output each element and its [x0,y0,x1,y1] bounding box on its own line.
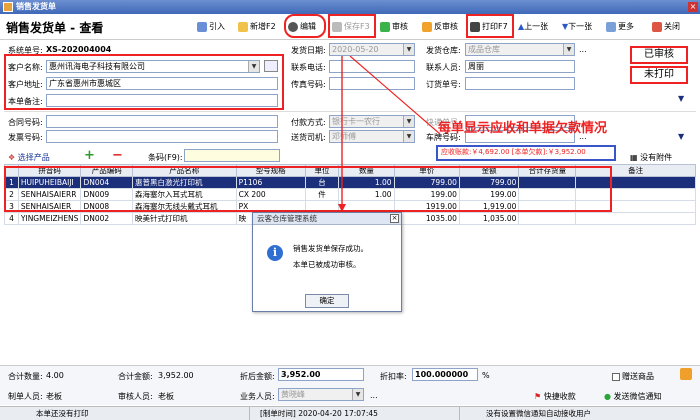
after-discount-label: 折后金额: [240,372,275,381]
address-label: 客户地址: [8,80,43,89]
warehouse-label: 发货仓库: [426,46,461,55]
save-icon [332,21,342,32]
product-icon: ❖ [8,153,16,162]
invoice-label: 发票号码: [8,133,43,142]
add-row-icon[interactable]: + [84,148,95,163]
dialog-close-icon[interactable]: × [390,214,399,223]
percent-sign: % [482,371,490,380]
close-button[interactable]: 关闭 [652,17,680,37]
approve-icon [380,21,390,32]
contact-field[interactable]: 周丽 [465,60,575,73]
maker-value: 老板 [46,392,62,401]
dialog-title: 云客仓库管理系统 [253,213,401,225]
payment-label: 付款方式: [291,118,326,127]
remark-label: 本单备注: [8,97,43,106]
wechat-icon: ● [604,392,611,401]
edit-button[interactable]: 编辑 [288,17,316,37]
approve-button[interactable]: 审核 [380,17,408,37]
sales-label: 业务人员: [240,392,275,401]
customer-label: 客户名称: [8,63,43,72]
flag-icon: ⚑ [534,392,542,401]
remark-field[interactable] [46,94,278,107]
sales-select[interactable]: 黄晓峰 ▼ [278,388,364,401]
warehouse-select[interactable]: 成品仓库 ▼ [465,43,575,56]
unapprove-button[interactable]: 反审核 [422,17,458,37]
annotation-text: 每单显示应收和单据欠款情况 [438,121,608,136]
checkbox-icon [612,372,620,381]
window-close-icon[interactable]: × [688,2,698,12]
expand-chevron-icon-2[interactable]: ▼ [678,132,684,141]
total-qty: 4.00 [46,371,64,380]
approved-status: 已审核 [630,46,688,64]
auditor-label: 审核人员: [118,392,153,401]
save-button[interactable]: 保存F3 [332,17,370,37]
status-bar: 本单还没有打印 [制单时间] 2020-04-20 17:07:45 没有设置微… [0,406,700,420]
app-icon [3,2,13,12]
dialog-message-2: 本单已被成功审核。 [293,260,361,269]
import-button[interactable]: 引入 [197,17,225,37]
invoice-field[interactable] [46,130,278,143]
wechat-status: 没有设置微信通知自动接收用户 [486,409,591,418]
contact-phone-label: 联系电话: [291,63,326,72]
created-time: [制单时间] 2020-04-20 17:07:45 [250,407,460,420]
maker-label: 制单人员: [8,392,43,401]
auditor-value: 老板 [158,392,174,401]
more-icon [606,21,616,32]
total-amount-label: 合计金额: [118,372,153,381]
import-icon [197,21,207,32]
total-qty-label: 合计数量: [8,372,43,381]
gift-checkbox[interactable]: 赠送商品 [612,371,654,382]
close-icon [652,21,662,32]
print-status: 本单还没有打印 [0,407,250,420]
window-title: 销售发货单 [16,2,56,11]
new-button[interactable]: 新增F2 [238,17,276,37]
after-discount-field[interactable]: 3,952.00 [278,368,364,381]
wechat-notify-button[interactable]: ● 发送微信通知 [604,391,662,402]
printer-icon [470,21,480,32]
page-title: 销售发货单 - 查看 [6,21,104,35]
order-field[interactable] [465,77,575,90]
unprinted-status: 未打印 [630,66,688,84]
driver-label: 送货司机: [291,133,326,142]
rss-icon[interactable] [680,368,692,380]
select-product-button[interactable]: ❖ 选择产品 [8,152,50,163]
dialog-ok-button[interactable]: 确定 [305,294,349,308]
more-button[interactable]: 更多 [606,17,634,37]
remove-row-icon[interactable]: − [112,148,123,163]
rows-highlight [4,166,612,212]
annotation-arrow [338,56,441,212]
contract-label: 合同号码: [8,118,43,127]
total-amount: 3,952.00 [158,371,194,380]
barcode-input[interactable] [184,149,280,162]
contract-field[interactable] [46,115,278,128]
quick-receive-button[interactable]: ⚑ 快捷收款 [534,391,576,402]
save-success-dialog: 云客仓库管理系统 × i 销售发货单保存成功。 本单已被成功审核。 确定 [252,212,402,312]
attachment-icon: ▦ [630,153,638,162]
attachment-button[interactable]: ▦ 没有附件 [630,152,672,163]
discount-label: 折扣率: [380,372,407,381]
unapprove-icon [422,21,432,32]
date-field[interactable]: 2020-05-20 ▼ [329,43,415,56]
window-title-bar: 销售发货单 [0,0,700,14]
customer-card-icon[interactable] [264,60,278,72]
new-icon [238,21,248,32]
dialog-message-1: 销售发货单保存成功。 [293,244,368,253]
prev-button[interactable]: ▲上一张 [518,17,548,37]
expand-chevron-icon[interactable]: ▼ [678,94,684,103]
print-button[interactable]: 打印F7 [470,17,508,37]
date-label: 发货日期: [291,46,326,55]
info-icon: i [267,245,283,261]
receivable-info: 应收账款:￥4,692.00 [本单欠款]:￥3,952.00 [436,145,616,161]
edit-icon [288,21,298,32]
customer-select[interactable]: 惠州讯海电子科技有限公司 ▼ [46,60,260,73]
next-button[interactable]: ▼下一张 [562,17,592,37]
address-field[interactable]: 广东省惠州市惠城区 [46,77,278,90]
discount-field[interactable]: 100.000000 [412,368,478,381]
sys-no-value: XS-202004004 [46,45,112,54]
barcode-label: 条码(F9): [148,153,183,162]
fax-label: 传真号码: [291,80,326,89]
